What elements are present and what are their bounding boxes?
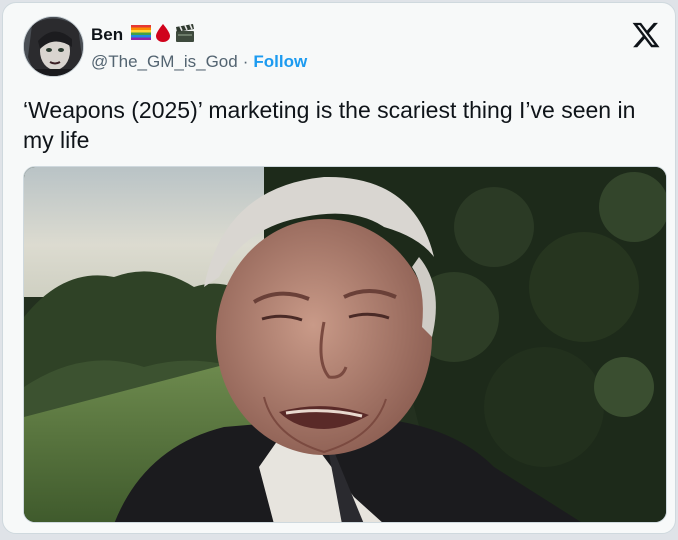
avatar-image — [24, 17, 83, 76]
tweet-media-photo[interactable] — [23, 166, 667, 523]
author-name-row: Ben — [91, 23, 195, 47]
clapper-board-emoji-icon — [175, 23, 195, 47]
author-handle-row: @The_GM_is_God · Follow — [91, 52, 307, 72]
tweet-embed-card[interactable]: Ben @The_GM_is_God · Follow ‘Weapons (20… — [2, 2, 676, 534]
photo-image — [24, 167, 666, 522]
x-logo-icon[interactable] — [631, 20, 661, 50]
blood-drop-emoji-icon — [156, 23, 171, 47]
rainbow-flag-emoji-icon — [131, 25, 152, 45]
avatar[interactable] — [23, 16, 84, 77]
author-handle[interactable]: @The_GM_is_God — [91, 52, 238, 72]
author-display-name[interactable]: Ben — [91, 25, 123, 45]
separator-dot: · — [242, 52, 249, 71]
tweet-text: ‘Weapons (2025)’ marketing is the scarie… — [23, 97, 636, 153]
follow-button[interactable]: Follow — [253, 52, 307, 72]
